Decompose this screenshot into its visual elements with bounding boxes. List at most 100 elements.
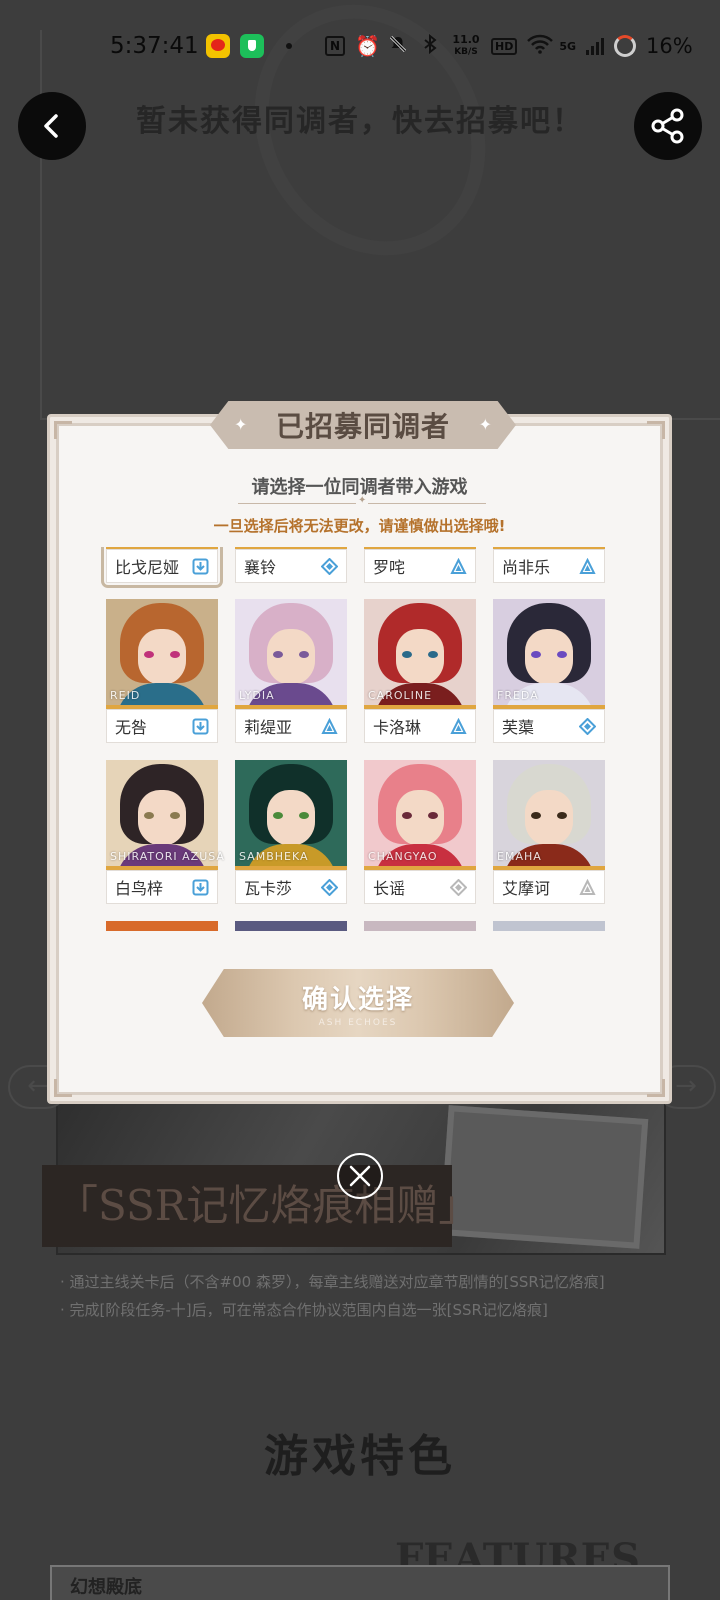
subtitle-divider [238, 495, 486, 506]
frame-corner-ornament [54, 421, 72, 439]
battery-icon [614, 35, 637, 57]
portrait-eyes [144, 812, 180, 820]
character-card[interactable] [364, 921, 476, 931]
network-speed-unit: KB/S [454, 47, 478, 57]
status-bar: 5:37:41 N ⏰ 11.0 KB/S HD 5G 16% [0, 28, 720, 64]
diamond-element-icon [321, 558, 338, 575]
frame-corner-ornament [647, 1079, 665, 1097]
portrait-eyes [273, 651, 309, 659]
status-time: 5:37:41 [110, 33, 199, 59]
character-english-name: SHIRATORI AZUSA [110, 850, 225, 863]
character-card[interactable]: FREDA 芙蕖 [493, 599, 605, 744]
signal-strength-icon [586, 37, 605, 55]
frame-corner-ornament [54, 1079, 72, 1097]
mute-icon [387, 34, 409, 59]
confirm-selection-label: 确认选择 [301, 984, 414, 1015]
feature-section-title: 游戏特色 [264, 1431, 456, 1482]
background-headline: 暂未获得同调者，快去招募吧！ [136, 104, 584, 139]
character-grid[interactable]: BEGONIA 比戈尼娅 XIANGLING 襄铃 RORY 罗咤 [100, 547, 620, 935]
share-icon [651, 108, 684, 144]
ssr-note-1: · 通过主线关卡后（不含#00 森罗），每章主线赠送对应章节剧情的[SSR记忆烙… [60, 1273, 605, 1291]
recruited-characters-dialog: ✦ 已招募同调者 ✦ 请选择一位同调者带入游戏 一旦选择后将无法更改，请谨慎做出… [47, 401, 672, 1104]
download-element-icon [192, 879, 209, 896]
character-name: 罗咤 [373, 558, 406, 577]
portrait-eyes [531, 812, 567, 820]
frame-corner-ornament [647, 421, 665, 439]
share-button[interactable] [634, 92, 702, 160]
sparkle-icon: ✦ [234, 415, 248, 434]
battery-level: 16% [646, 34, 693, 58]
character-name: 无咎 [115, 718, 148, 737]
diamond-element-icon [579, 718, 596, 735]
character-english-name: LYDIA [239, 689, 275, 702]
close-icon [349, 1165, 371, 1187]
character-name-row: 襄铃 [235, 549, 347, 583]
triangle-element-icon [321, 718, 338, 735]
weibo-app-icon [206, 34, 230, 58]
triangle-element-icon [579, 558, 596, 575]
character-card[interactable]: CAROLINE 卡洛琳 [364, 599, 476, 744]
dialog-title: 已招募同调者 [275, 410, 450, 443]
character-card[interactable] [235, 921, 347, 931]
character-card[interactable]: RORY 罗咤 [364, 547, 476, 583]
confirm-selection-button[interactable]: 确认选择 ASH ECHOES [202, 969, 514, 1037]
character-card[interactable] [106, 921, 218, 931]
character-name-row: 莉缇亚 [235, 709, 347, 743]
confirm-selection-sublabel: ASH ECHOES [318, 1017, 398, 1028]
bluetooth-icon [419, 33, 441, 59]
network-speed: 11.0 KB/S [451, 34, 481, 58]
dialog-title-tab: ✦ 已招募同调者 ✦ [210, 401, 516, 449]
back-button[interactable] [18, 92, 86, 160]
signal-type: 5G [559, 39, 577, 53]
character-card[interactable]: BIRONDO 尚非乐 [493, 547, 605, 583]
portrait-eyes [402, 812, 438, 820]
ssr-note-2: · 完成[阶段任务-十]后，可在常态合作协议范围内自选一张[SSR记忆烙痕] [60, 1301, 548, 1319]
character-card[interactable]: XIANGLING 襄铃 [235, 547, 347, 583]
close-dialog-button[interactable] [337, 1153, 383, 1199]
character-card[interactable] [493, 921, 605, 931]
character-card[interactable]: CHANGYAO 长谣 [364, 760, 476, 905]
portrait-eyes [402, 651, 438, 659]
hd-voice-icon: HD [491, 37, 518, 55]
character-name-row: 艾摩诃 [493, 870, 605, 904]
character-name-row: 比戈尼娅 [106, 549, 218, 583]
character-english-name: CHANGYAO [368, 850, 438, 863]
character-name-row: 无咎 [106, 709, 218, 743]
alarm-icon: ⏰ [355, 34, 380, 58]
download-element-icon [192, 558, 209, 575]
character-name: 芙蕖 [502, 718, 535, 737]
character-name-row: 尚非乐 [493, 549, 605, 583]
diamond-element-icon [450, 879, 467, 896]
network-speed-value: 11.0 [452, 33, 480, 46]
ssr-notes: · 通过主线关卡后（不含#00 森罗），每章主线赠送对应章节剧情的[SSR记忆烙… [60, 1268, 700, 1324]
wifi-icon [527, 34, 554, 59]
portrait-eyes [273, 812, 309, 820]
character-name: 白鸟梓 [115, 879, 164, 898]
character-name: 尚非乐 [502, 558, 551, 577]
character-english-name: FREDA [497, 689, 539, 702]
character-card[interactable]: LYDIA 莉缇亚 [235, 599, 347, 744]
character-name-row: 瓦卡莎 [235, 870, 347, 904]
character-name: 比戈尼娅 [115, 558, 180, 577]
character-name: 襄铃 [244, 558, 277, 577]
ssr-banner-title: 「SSR记忆烙痕相赠」 [42, 1165, 480, 1247]
character-name-row: 罗咤 [364, 549, 476, 583]
security-app-icon [240, 34, 264, 58]
character-name: 卡洛琳 [373, 718, 422, 737]
character-name-row: 卡洛琳 [364, 709, 476, 743]
triangle-element-icon [450, 718, 467, 735]
triangle-element-icon [579, 879, 596, 896]
character-card[interactable]: EMAHA 艾摩诃 [493, 760, 605, 905]
character-english-name: EMAHA [497, 850, 542, 863]
download-element-icon [192, 718, 209, 735]
feature-card-label: 幻想殿底 [70, 1577, 142, 1598]
triangle-element-icon [450, 558, 467, 575]
character-name: 瓦卡莎 [244, 879, 293, 898]
character-name: 艾摩诃 [502, 879, 551, 898]
chevron-left-icon [44, 114, 58, 138]
character-card[interactable]: SAMBHEKA 瓦卡莎 [235, 760, 347, 905]
character-card[interactable]: SHIRATORI AZUSA 白鸟梓 [106, 760, 224, 905]
diamond-element-icon [321, 879, 338, 896]
character-card[interactable]: REID 无咎 [106, 599, 218, 744]
character-card[interactable]: BEGONIA 比戈尼娅 [101, 547, 223, 588]
